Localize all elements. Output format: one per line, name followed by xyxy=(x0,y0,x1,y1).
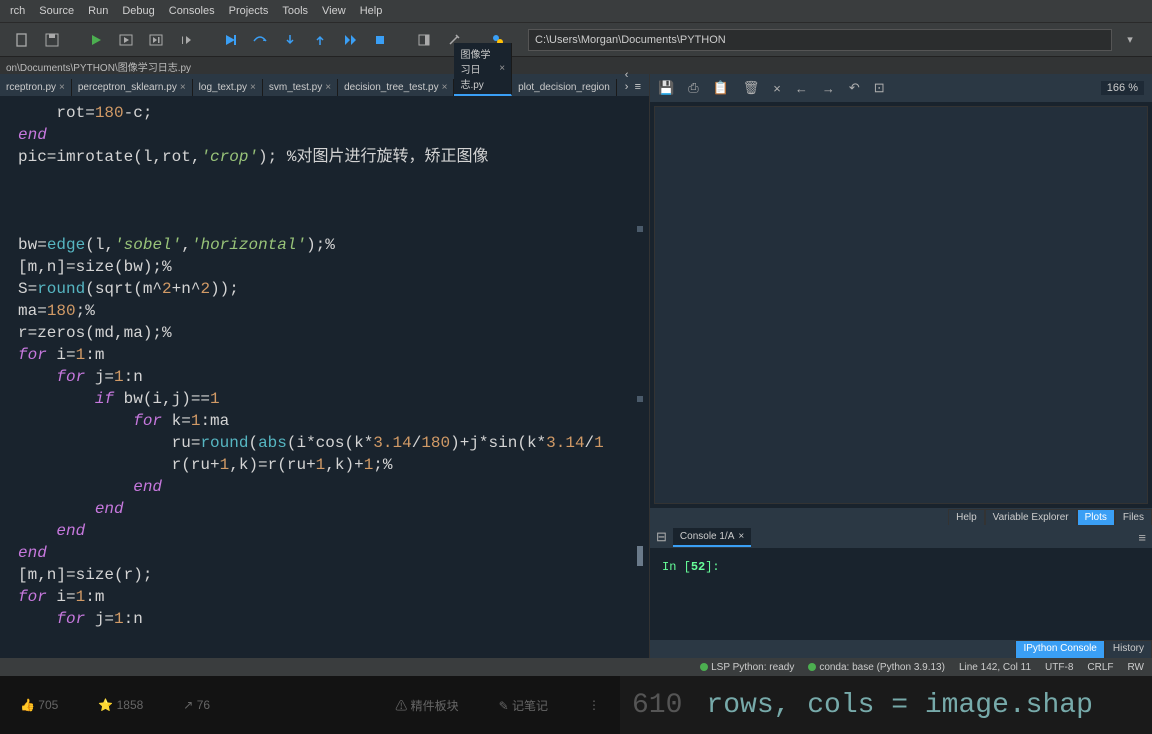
tab-perceptron-sklearn[interactable]: perceptron_sklearn.py× xyxy=(72,79,193,96)
menu-projects[interactable]: Projects xyxy=(223,3,275,19)
cursor-position: Line 142, Col 11 xyxy=(959,662,1031,673)
tab-svm-test[interactable]: svm_test.py× xyxy=(263,79,338,96)
console-bottom-tabs: IPython Console History xyxy=(650,640,1152,658)
file-mode: RW xyxy=(1128,662,1144,673)
tab-help[interactable]: Help xyxy=(948,509,985,525)
share-count[interactable]: ↗ 76 xyxy=(183,698,210,712)
editor-tabs: rceptron.py× perceptron_sklearn.py× log_… xyxy=(0,74,649,96)
ipython-console[interactable]: In [52]: xyxy=(650,548,1152,640)
copy-icon[interactable]: 📋 xyxy=(713,80,729,96)
continue-icon[interactable] xyxy=(338,28,362,52)
background-code: 610 rows, cols = image.shap xyxy=(620,676,1152,734)
console-menu-icon[interactable]: ≡ xyxy=(1138,530,1146,545)
close-icon[interactable]: × xyxy=(250,82,256,93)
maximize-pane-icon[interactable] xyxy=(412,28,436,52)
undo-icon[interactable]: ↶ xyxy=(849,80,860,96)
tab-image-log[interactable]: 图像学习日志.py× xyxy=(454,43,512,96)
panel-tabs: Help Variable Explorer Plots Files xyxy=(650,508,1152,526)
tab-plot-decision[interactable]: plot_decision_region xyxy=(512,79,617,96)
code-editor[interactable]: rot=180-c; end pic=imrotate(l,rot,'crop'… xyxy=(0,96,649,658)
menu-run[interactable]: Run xyxy=(82,3,114,19)
breadcrumb: on\Documents\PYTHON\图像学习日志.py xyxy=(0,56,1152,74)
tab-plots[interactable]: Plots xyxy=(1077,509,1115,525)
tab-history[interactable]: History xyxy=(1105,640,1152,658)
dir-dropdown-icon[interactable]: ▾ xyxy=(1118,28,1142,52)
scrollbar[interactable] xyxy=(633,96,643,658)
close-icon[interactable]: × xyxy=(499,63,505,74)
hamburger-icon[interactable]: ≡ xyxy=(635,81,641,93)
debug-icon[interactable] xyxy=(218,28,242,52)
close-icon[interactable]: × xyxy=(59,82,65,93)
step-into-icon[interactable] xyxy=(278,28,302,52)
menu-tools[interactable]: Tools xyxy=(276,3,314,19)
right-pane: 💾 ⎙ 📋 🗑 × ← → ↶ ⊡ 166 % Help Variable Ex… xyxy=(650,74,1152,658)
more-icon[interactable]: ⋮ xyxy=(588,698,600,712)
menu-debug[interactable]: Debug xyxy=(116,3,160,19)
step-over-icon[interactable] xyxy=(248,28,272,52)
lsp-status: LSP Python: ready xyxy=(700,662,794,673)
menu-view[interactable]: View xyxy=(316,3,352,19)
console-header: ⊟ Console 1/A× ≡ xyxy=(650,526,1152,548)
tab-variable-explorer[interactable]: Variable Explorer xyxy=(985,509,1077,525)
save-all-icon[interactable]: ⎙ xyxy=(688,80,698,96)
run-selection-icon[interactable]: I xyxy=(174,28,198,52)
menu-bar: rch Source Run Debug Consoles Projects T… xyxy=(0,0,1152,22)
prev-icon[interactable]: ← xyxy=(795,81,808,96)
close-icon[interactable]: × xyxy=(325,82,331,93)
panel-label[interactable]: ⚠ 精件板块 xyxy=(395,697,458,714)
main-toolbar: I C:\Users\Morgan\Documents\PYTHON ▾ xyxy=(0,22,1152,56)
run-cell-icon[interactable] xyxy=(114,28,138,52)
star-count[interactable]: ⭐ 1858 xyxy=(98,698,143,712)
new-file-icon[interactable] xyxy=(10,28,34,52)
status-bar: LSP Python: ready conda: base (Python 3.… xyxy=(0,658,1152,676)
tab-log-text[interactable]: log_text.py× xyxy=(193,79,263,96)
menu-help[interactable]: Help xyxy=(354,3,389,19)
tab-decision-tree[interactable]: decision_tree_test.py× xyxy=(338,79,454,96)
delete-icon[interactable]: 🗑 xyxy=(743,80,760,96)
zoom-fit-icon[interactable]: ⊡ xyxy=(874,80,885,96)
menu-search[interactable]: rch xyxy=(4,3,31,19)
menu-consoles[interactable]: Consoles xyxy=(163,3,221,19)
plot-area xyxy=(654,106,1148,504)
run-cell-advance-icon[interactable] xyxy=(144,28,168,52)
note-label[interactable]: ✎ 记笔记 xyxy=(499,697,548,714)
zoom-level[interactable]: 166 % xyxy=(1101,81,1144,95)
console-collapse-icon[interactable]: ⊟ xyxy=(656,529,667,545)
run-icon[interactable] xyxy=(84,28,108,52)
close-icon[interactable]: × xyxy=(180,82,186,93)
svg-text:I: I xyxy=(181,35,184,47)
save-plot-icon[interactable]: 💾 xyxy=(658,80,674,96)
menu-source[interactable]: Source xyxy=(33,3,80,19)
plots-toolbar: 💾 ⎙ 📋 🗑 × ← → ↶ ⊡ 166 % xyxy=(650,74,1152,102)
encoding[interactable]: UTF-8 xyxy=(1045,662,1073,673)
editor-pane: rceptron.py× perceptron_sklearn.py× log_… xyxy=(0,74,650,658)
close-plot-icon[interactable]: × xyxy=(773,81,781,96)
tab-scroll-icon[interactable]: ‹ › xyxy=(625,69,629,93)
like-count[interactable]: 👍 705 xyxy=(20,698,58,712)
tab-ipython[interactable]: IPython Console xyxy=(1015,640,1104,658)
background-window: 👍 705 ⭐ 1858 ↗ 76 ⚠ 精件板块 ✎ 记笔记 ⋮ 610 row… xyxy=(0,676,1152,734)
next-icon[interactable]: → xyxy=(822,81,835,96)
tab-files[interactable]: Files xyxy=(1115,509,1152,525)
step-out-icon[interactable] xyxy=(308,28,332,52)
close-icon[interactable]: × xyxy=(442,82,448,93)
env-status[interactable]: conda: base (Python 3.9.13) xyxy=(808,662,945,673)
working-dir-input[interactable]: C:\Users\Morgan\Documents\PYTHON xyxy=(528,29,1112,51)
tab-perceptron[interactable]: rceptron.py× xyxy=(0,79,72,96)
save-icon[interactable] xyxy=(40,28,64,52)
close-icon[interactable]: × xyxy=(738,531,744,542)
console-tab[interactable]: Console 1/A× xyxy=(673,528,751,547)
line-ending[interactable]: CRLF xyxy=(1087,662,1113,673)
stop-icon[interactable] xyxy=(368,28,392,52)
